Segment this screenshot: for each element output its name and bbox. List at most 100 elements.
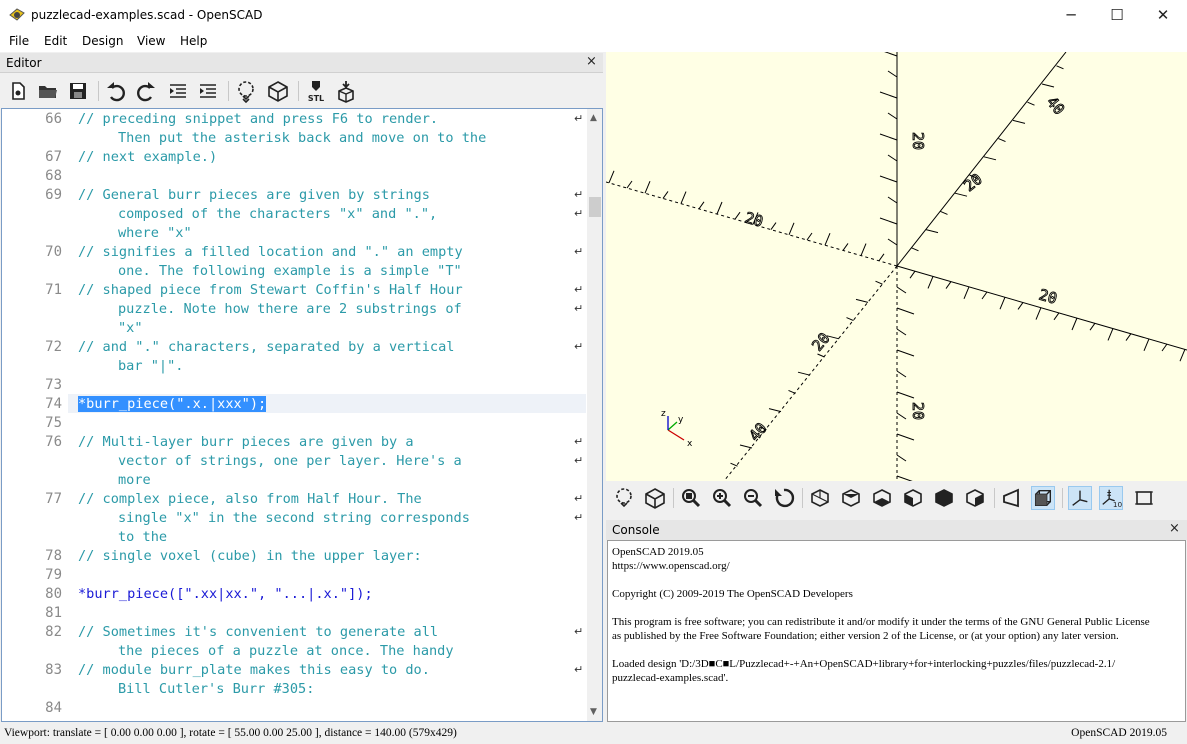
show-axes-icon[interactable] bbox=[1068, 486, 1092, 510]
unindent-icon[interactable] bbox=[166, 79, 190, 103]
console-output[interactable]: OpenSCAD 2019.05 https://www.openscad.org… bbox=[607, 540, 1186, 722]
code-line[interactable]: // signifies a filled location and "." a… bbox=[78, 243, 463, 262]
menu-view[interactable]: View bbox=[137, 34, 165, 48]
viewport-status-text: Viewport: translate = [ 0.00 0.00 0.00 ]… bbox=[4, 727, 457, 739]
view-left-icon[interactable] bbox=[901, 486, 925, 510]
show-scale-markers-icon[interactable]: 10 bbox=[1099, 486, 1123, 510]
view-all-icon[interactable] bbox=[679, 486, 703, 510]
code-line[interactable]: *burr_piece([".xx|xx.", "...|.x."]); bbox=[78, 585, 373, 604]
code-editor[interactable]: 66 67 68 69 70 71 72 73 74 75 76 77 78 79 80 81 82 83 84 /… bbox=[1, 108, 603, 722]
console-line bbox=[612, 643, 1181, 657]
export-stl-icon[interactable]: STL bbox=[304, 79, 328, 103]
console-line: OpenSCAD 2019.05 bbox=[612, 546, 704, 558]
scroll-up-arrow-icon[interactable]: ▲ bbox=[590, 113, 597, 123]
code-line[interactable]: one. The following example is a simple "… bbox=[118, 262, 462, 281]
word-wrap-marker-icon: ↵ bbox=[574, 302, 584, 315]
word-wrap-marker-icon: ↵ bbox=[574, 340, 584, 353]
scrollbar-thumb[interactable] bbox=[589, 197, 601, 217]
editor-vertical-scrollbar[interactable]: ▲ ▼ bbox=[587, 109, 602, 721]
close-button[interactable]: ✕ bbox=[1140, 0, 1186, 31]
code-line[interactable]: Bill Cutler's Burr #305: bbox=[118, 680, 314, 699]
view-top-icon[interactable] bbox=[839, 486, 863, 510]
view-back-icon[interactable] bbox=[963, 486, 987, 510]
code-line[interactable]: "x" bbox=[118, 319, 143, 338]
word-wrap-marker-icon: ↵ bbox=[574, 663, 584, 676]
console-close-button[interactable]: × bbox=[1169, 521, 1180, 536]
view-render-icon[interactable] bbox=[643, 486, 667, 510]
version-status-text: OpenSCAD 2019.05 bbox=[1071, 727, 1167, 739]
code-line[interactable]: // complex piece, also from Half Hour. T… bbox=[78, 490, 422, 509]
word-wrap-marker-icon: ↵ bbox=[574, 625, 584, 638]
view-bottom-icon[interactable] bbox=[870, 486, 894, 510]
code-line[interactable]: Then put the asterisk back and move on t… bbox=[118, 129, 486, 148]
minimize-button[interactable]: ─ bbox=[1048, 0, 1094, 31]
code-line[interactable]: where "x" bbox=[118, 224, 192, 243]
word-wrap-marker-icon: ↵ bbox=[574, 245, 584, 258]
code-line[interactable]: composed of the characters "x" and ".", bbox=[118, 205, 437, 224]
3d-viewport[interactable]: 20 40 20 20 20 20 20 40 x y z bbox=[606, 52, 1187, 481]
redo-icon[interactable] bbox=[134, 79, 158, 103]
zoom-in-icon[interactable] bbox=[710, 486, 734, 510]
svg-text:z: z bbox=[661, 409, 666, 419]
console-line: Copyright (C) 2009-2019 The OpenSCAD Dev… bbox=[612, 588, 853, 600]
axis-label-z-neg-20: 20 bbox=[909, 402, 927, 420]
code-area[interactable]: // preceding snippet and press F6 to ren… bbox=[2, 109, 588, 721]
axis-label-y-pos-40: 40 bbox=[1043, 93, 1068, 118]
send-to-3d-print-icon[interactable] bbox=[334, 79, 358, 103]
code-line[interactable]: // Multi-layer burr pieces are given by … bbox=[78, 433, 414, 452]
editor-title: Editor bbox=[6, 56, 42, 70]
axes-drawing: 20 40 20 20 20 20 20 40 x y z bbox=[606, 52, 1187, 481]
console-title: Console bbox=[612, 523, 660, 537]
reset-view-icon[interactable] bbox=[772, 486, 796, 510]
render-icon[interactable] bbox=[266, 79, 290, 103]
view-front-icon[interactable] bbox=[932, 486, 956, 510]
code-line[interactable]: // next example.) bbox=[78, 148, 217, 167]
perspective-icon[interactable] bbox=[1000, 486, 1024, 510]
preview-icon[interactable] bbox=[234, 79, 258, 103]
menu-help[interactable]: Help bbox=[180, 34, 207, 48]
code-line[interactable]: // preceding snippet and press F6 to ren… bbox=[78, 110, 438, 129]
selected-code-line[interactable]: *burr_piece(".x.|xxx"); bbox=[78, 395, 267, 414]
view-preview-icon[interactable] bbox=[612, 486, 636, 510]
code-line[interactable]: // Sometimes it's convenient to generate… bbox=[78, 623, 438, 642]
menu-file[interactable]: File bbox=[9, 34, 29, 48]
word-wrap-marker-icon: ↵ bbox=[574, 188, 584, 201]
openscad-app-icon bbox=[9, 8, 25, 21]
code-line[interactable]: vector of strings, one per layer. Here's… bbox=[118, 452, 462, 471]
save-icon[interactable] bbox=[66, 79, 90, 103]
orthogonal-icon[interactable] bbox=[1031, 486, 1055, 510]
code-line[interactable]: // and "." characters, separated by a ve… bbox=[78, 338, 454, 357]
code-line[interactable]: // shaped piece from Stewart Coffin's Ha… bbox=[78, 281, 463, 300]
indent-icon[interactable] bbox=[196, 79, 220, 103]
code-line[interactable]: puzzle. Note how there are 2 substrings … bbox=[118, 300, 462, 319]
code-line[interactable]: // single voxel (cube) in the upper laye… bbox=[78, 547, 422, 566]
axis-orientation-indicator: x y z bbox=[661, 409, 693, 449]
svg-text:x: x bbox=[687, 439, 693, 449]
code-line[interactable]: // module burr_plate makes this easy to … bbox=[78, 661, 430, 680]
axis-label-y-neg-40: 40 bbox=[745, 419, 770, 444]
undo-icon[interactable] bbox=[104, 79, 128, 103]
word-wrap-marker-icon: ↵ bbox=[574, 112, 584, 125]
editor-dock-header: Editor × bbox=[0, 53, 603, 73]
menu-edit[interactable]: Edit bbox=[44, 34, 67, 48]
show-edges-icon[interactable] bbox=[1132, 486, 1156, 510]
svg-text:y: y bbox=[678, 415, 684, 425]
code-line[interactable]: more bbox=[118, 471, 151, 490]
new-file-icon[interactable] bbox=[6, 79, 30, 103]
code-line[interactable]: to the bbox=[118, 528, 167, 547]
editor-toolbar: STL bbox=[0, 74, 603, 108]
selection: *burr_piece(".x.|xxx"); bbox=[78, 396, 267, 412]
code-line[interactable]: single "x" in the second string correspo… bbox=[118, 509, 470, 528]
view-right-icon[interactable] bbox=[808, 486, 832, 510]
code-line[interactable]: // General burr pieces are given by stri… bbox=[78, 186, 430, 205]
scroll-down-arrow-icon[interactable]: ▼ bbox=[590, 707, 597, 717]
word-wrap-marker-icon: ↵ bbox=[574, 511, 584, 524]
menu-design[interactable]: Design bbox=[82, 34, 123, 48]
code-line[interactable]: the pieces of a puzzle at once. The hand… bbox=[118, 642, 454, 661]
code-line[interactable]: bar "|". bbox=[118, 357, 183, 376]
open-file-icon[interactable] bbox=[36, 79, 60, 103]
axis-label-z-pos-20: 20 bbox=[909, 132, 927, 150]
maximize-button[interactable]: ☐ bbox=[1094, 0, 1140, 31]
zoom-out-icon[interactable] bbox=[741, 486, 765, 510]
editor-close-button[interactable]: × bbox=[586, 54, 597, 69]
